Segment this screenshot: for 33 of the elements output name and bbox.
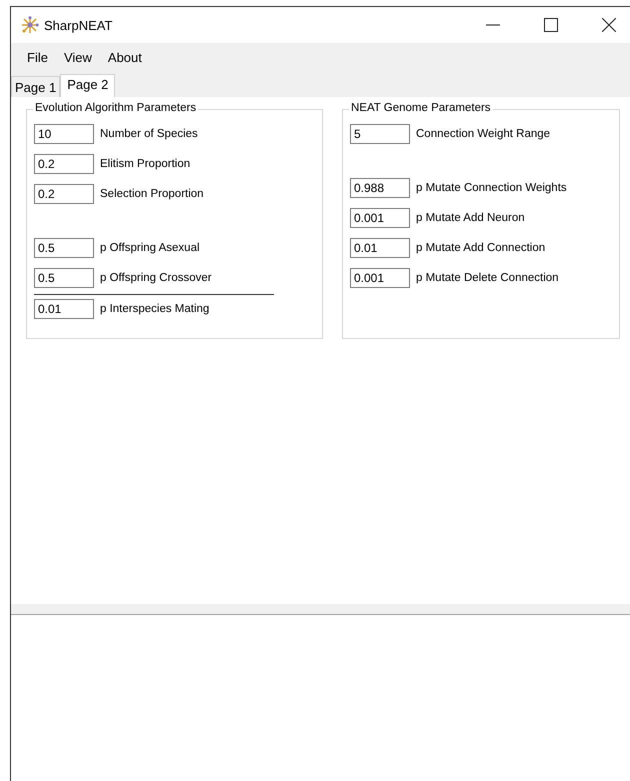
input-field[interactable]: 0.5 <box>34 238 94 258</box>
input-field[interactable]: 0.001 <box>350 208 410 228</box>
group-title: NEAT Genome Parameters <box>349 102 493 114</box>
field-label: p Mutate Add Neuron <box>416 212 525 224</box>
field-label: p Offspring Asexual <box>100 242 200 254</box>
field-label: p Offspring Crossover <box>100 272 212 284</box>
field-label: p Interspecies Mating <box>100 303 210 315</box>
input-field[interactable]: 0.01 <box>34 299 94 319</box>
input-field[interactable]: 0.2 <box>34 184 94 204</box>
field-label: Number of Species <box>100 128 198 140</box>
field-label: p Mutate Delete Connection <box>416 272 559 284</box>
field-label: Selection Proportion <box>100 188 204 200</box>
window-title: SharpNEAT <box>44 18 114 32</box>
input-field[interactable]: 0.5 <box>34 268 94 288</box>
maximize-icon[interactable] <box>544 18 558 32</box>
field-label: Elitism Proportion <box>100 158 190 170</box>
field-label: p Mutate Add Connection <box>416 242 546 254</box>
menu-item[interactable]: View <box>56 50 100 65</box>
close-icon[interactable] <box>602 18 616 32</box>
input-field[interactable]: 0.2 <box>34 154 94 174</box>
input-field[interactable]: 10 <box>34 124 94 144</box>
app-logo-icon <box>21 16 39 34</box>
menu-item[interactable]: About <box>100 50 150 65</box>
input-field[interactable]: 0.01 <box>350 238 410 258</box>
tab[interactable]: Page 1 <box>11 76 60 97</box>
input-field[interactable]: 0.001 <box>350 268 410 288</box>
menu-item[interactable]: File <box>19 50 56 65</box>
input-field[interactable]: 0.988 <box>350 178 410 198</box>
field-label: Connection Weight Range <box>416 128 550 140</box>
input-field[interactable]: 5 <box>350 124 410 144</box>
tab[interactable]: Page 2 <box>60 74 116 97</box>
field-label: p Mutate Connection Weights <box>416 182 567 194</box>
group-title: Evolution Algorithm Parameters <box>33 102 198 114</box>
